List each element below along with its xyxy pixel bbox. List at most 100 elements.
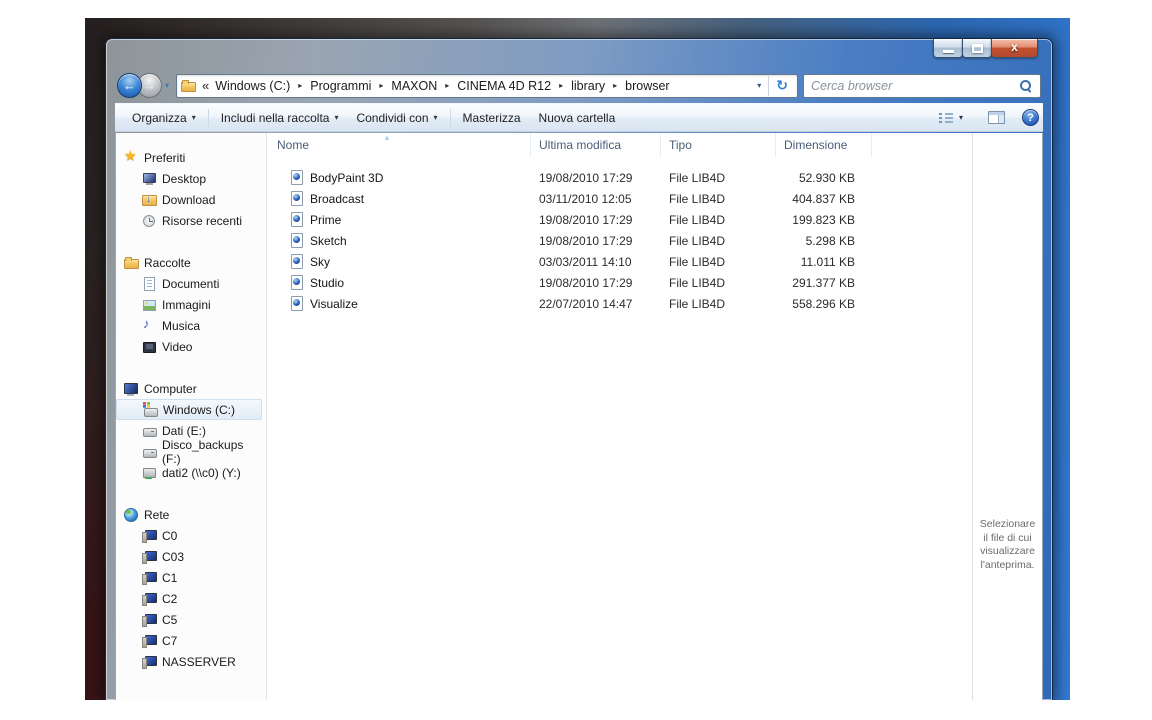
breadcrumb-separator-icon	[291, 81, 309, 90]
sidebar-item-label: dati2 (\\c0) (Y:)	[162, 465, 241, 480]
breadcrumb-item-programmi[interactable]: Programmi	[309, 77, 372, 95]
toolbar-includi-nella-raccolta[interactable]: Includi nella raccolta	[212, 107, 348, 129]
breadcrumb-item-windows-c[interactable]: Windows (C:)	[214, 77, 291, 95]
file-row-bodypaint-3d[interactable]: BodyPaint 3D 19/08/2010 17:29 File LIB4D…	[267, 167, 972, 188]
sidebar-item-risorse-recenti[interactable]: Risorse recenti	[116, 210, 262, 231]
address-history-chevron-icon[interactable]	[750, 81, 768, 90]
sidebar-item-c1[interactable]: C1	[116, 567, 262, 588]
sidebar-header-rete[interactable]: Rete	[116, 504, 266, 525]
close-button[interactable]	[991, 39, 1038, 58]
file-row-visualize[interactable]: Visualize 22/07/2010 14:47 File LIB4D 55…	[267, 293, 972, 314]
chevron-down-icon	[434, 113, 438, 122]
address-bar[interactable]: « Windows (C:) Programmi MAXON CINEMA 4D…	[176, 73, 798, 98]
breadcrumb-separator-icon	[372, 81, 390, 90]
refresh-icon[interactable]	[769, 77, 795, 94]
file-modified-cell: 22/07/2010 14:47	[539, 296, 633, 311]
help-button[interactable]	[1022, 109, 1039, 126]
sidebar-item-label: Immagini	[162, 297, 211, 312]
toolbar-organizza[interactable]: Organizza	[123, 107, 205, 129]
minimize-button[interactable]	[933, 39, 963, 58]
file-size-cell: 558.296 KB	[792, 296, 855, 311]
sidebar-item-label: Windows (C:)	[163, 402, 236, 417]
toolbar-nuova-cartella[interactable]: Nuova cartella	[530, 107, 625, 129]
sidebar-item-c5[interactable]: C5	[116, 609, 262, 630]
sidebar-item-dati2-y[interactable]: dati2 (\\c0) (Y:)	[116, 462, 262, 483]
sidebar-item-label: C1	[162, 570, 178, 585]
breadcrumb-separator-icon	[606, 81, 624, 90]
file-name: Prime	[310, 212, 342, 227]
maximize-button[interactable]	[962, 39, 992, 58]
file-type-cell: File LIB4D	[669, 170, 726, 185]
file-modified-cell: 19/08/2010 17:29	[539, 233, 633, 248]
sidebar-item-video[interactable]: Video	[116, 336, 262, 357]
toolbar-condividi-con[interactable]: Condividi con	[347, 107, 446, 129]
sidebar-item-c03[interactable]: C03	[116, 546, 262, 567]
sidebar-section-label: Preferiti	[144, 150, 186, 165]
desktop-wallpaper: « Windows (C:) Programmi MAXON CINEMA 4D…	[85, 18, 1070, 700]
file-row-studio[interactable]: Studio 19/08/2010 17:29 File LIB4D 291.3…	[267, 272, 972, 293]
sidebar-item-label: C03	[162, 549, 185, 564]
close-icon	[992, 40, 1037, 54]
sidebar-section-computer: Computer Windows (C:) Dati (E:) Disco_ba…	[116, 378, 266, 483]
sidebar-item-disco-backups-f[interactable]: Disco_backups (F:)	[116, 438, 262, 466]
file-row-sky[interactable]: Sky 03/03/2011 14:10 File LIB4D 11.011 K…	[267, 251, 972, 272]
download-folder-icon	[142, 192, 157, 207]
lib4d-file-icon	[289, 275, 304, 290]
file-row-broadcast[interactable]: Broadcast 03/11/2010 12:05 File LIB4D 40…	[267, 188, 972, 209]
file-name-cell: BodyPaint 3D	[267, 170, 531, 185]
file-type-cell: File LIB4D	[669, 254, 726, 269]
breadcrumb-item-browser[interactable]: browser	[624, 77, 670, 95]
breadcrumb-item-library[interactable]: library	[570, 77, 606, 95]
file-row-sketch[interactable]: Sketch 19/08/2010 17:29 File LIB4D 5.298…	[267, 230, 972, 251]
change-view-button[interactable]	[933, 108, 969, 127]
file-size-cell: 404.837 KB	[792, 191, 855, 206]
sidebar-header-computer[interactable]: Computer	[116, 378, 266, 399]
sidebar-item-musica[interactable]: Musica	[116, 315, 262, 336]
file-name: Sky	[310, 254, 331, 269]
file-size-cell: 291.377 KB	[792, 275, 855, 290]
column-header-tipo[interactable]: Tipo	[661, 133, 776, 157]
file-row-prime[interactable]: Prime 19/08/2010 17:29 File LIB4D 199.82…	[267, 209, 972, 230]
file-name: Broadcast	[310, 191, 365, 206]
computer-icon	[124, 381, 139, 396]
toolbar-item-label: Condividi con	[356, 110, 429, 125]
toolbar-right-group	[933, 108, 1039, 127]
back-button[interactable]	[117, 73, 142, 98]
network-computer-icon	[142, 570, 157, 585]
preview-pane-button[interactable]	[985, 108, 1008, 127]
recent-pages-chevron-icon[interactable]	[162, 81, 173, 90]
navigation-bar: « Windows (C:) Programmi MAXON CINEMA 4D…	[117, 72, 1041, 99]
search-box[interactable]: Cerca browser	[803, 73, 1041, 98]
toolbar-item-label: Nuova cartella	[538, 110, 616, 125]
search-placeholder: Cerca browser	[811, 78, 893, 93]
sidebar-section-label: Computer	[144, 381, 197, 396]
sidebar-item-c0[interactable]: C0	[116, 525, 262, 546]
network-computer-icon	[142, 528, 157, 543]
column-header-nome[interactable]: Nome	[267, 133, 531, 157]
sidebar-item-label: Dati (E:)	[162, 423, 207, 438]
column-header-ultima-modifica[interactable]: Ultima modifica	[531, 133, 661, 157]
sidebar-item-immagini[interactable]: Immagini	[116, 294, 262, 315]
sidebar-header-preferiti[interactable]: Preferiti	[116, 147, 266, 168]
lib4d-file-icon	[289, 212, 304, 227]
sidebar-item-download[interactable]: Download	[116, 189, 262, 210]
sidebar-item-desktop[interactable]: Desktop	[116, 168, 262, 189]
sidebar-item-label: Video	[162, 339, 193, 354]
toolbar-masterizza[interactable]: Masterizza	[454, 107, 530, 129]
sidebar-header-raccolte[interactable]: Raccolte	[116, 252, 266, 273]
column-header-dimensione[interactable]: Dimensione	[776, 133, 872, 157]
sidebar-section-preferiti: Preferiti Desktop Download Risorse recen…	[116, 147, 266, 231]
sidebar-item-c7[interactable]: C7	[116, 630, 262, 651]
breadcrumb-item-maxon[interactable]: MAXON	[390, 77, 438, 95]
file-modified-cell: 03/11/2010 12:05	[539, 191, 632, 206]
file-modified-cell: 19/08/2010 17:29	[539, 275, 633, 290]
sidebar-item-nasserver[interactable]: NASSERVER	[116, 651, 262, 672]
sidebar-item-windows-c[interactable]: Windows (C:)	[116, 399, 262, 420]
breadcrumb-item-cinema4d[interactable]: CINEMA 4D R12	[456, 77, 552, 95]
sidebar-item-label: Musica	[162, 318, 201, 333]
sidebar-item-documenti[interactable]: Documenti	[116, 273, 262, 294]
breadcrumb-overflow[interactable]: «	[198, 78, 214, 93]
file-size-cell: 52.930 KB	[798, 170, 855, 185]
sidebar-item-label: NASSERVER	[162, 654, 236, 669]
sidebar-item-c2[interactable]: C2	[116, 588, 262, 609]
